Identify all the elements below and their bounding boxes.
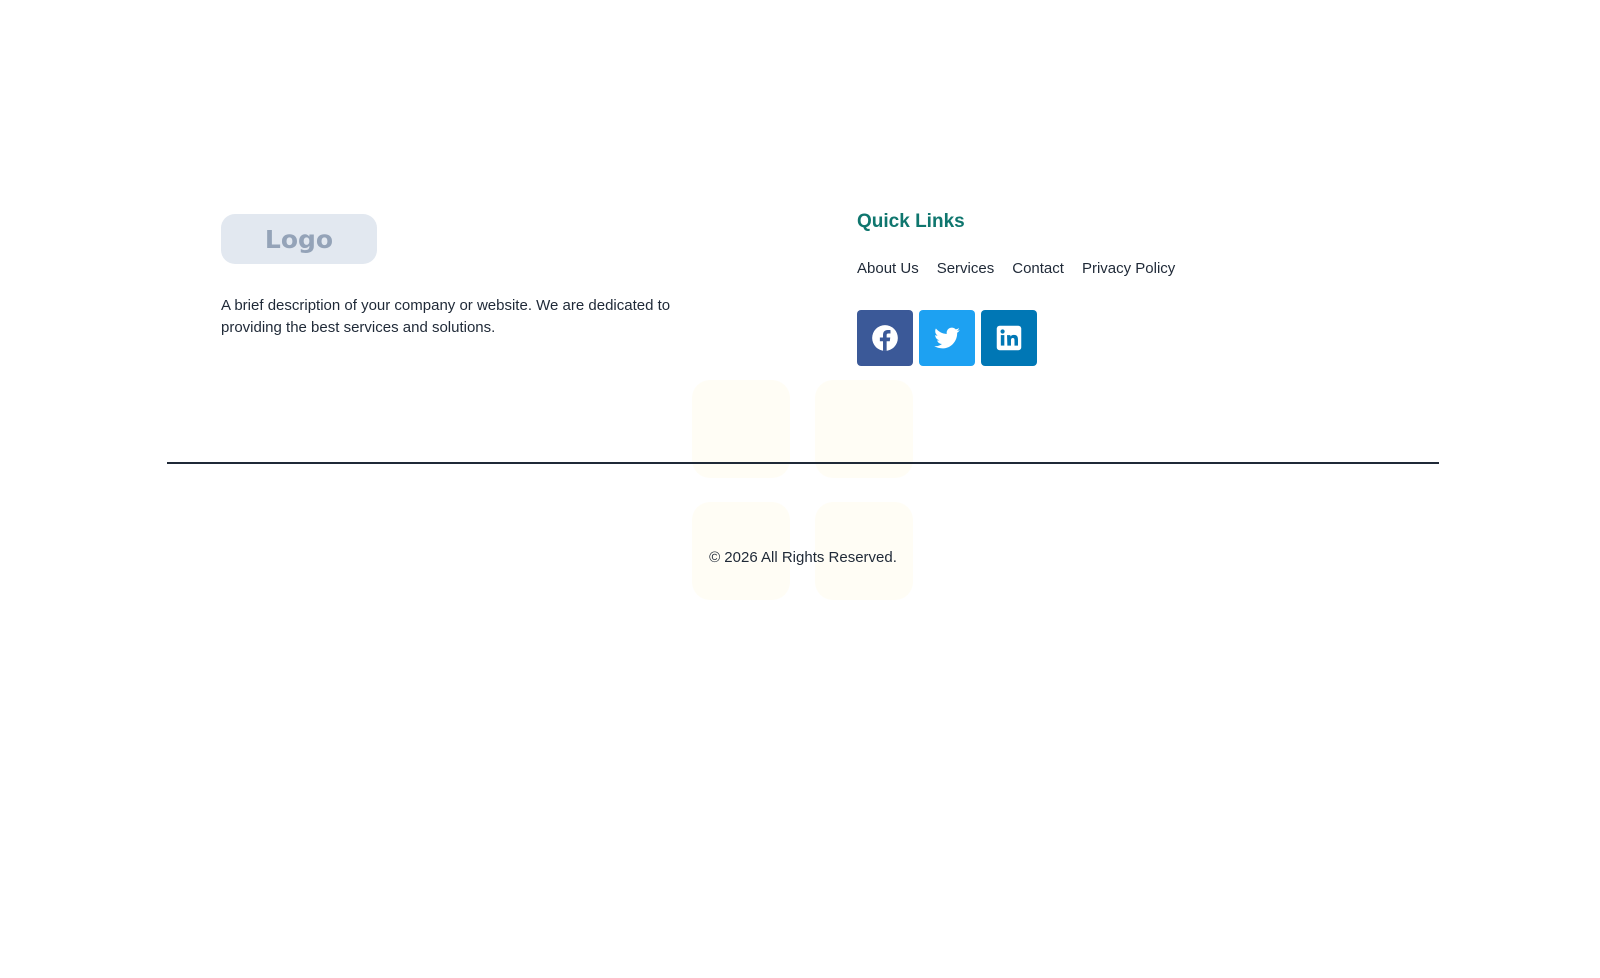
facebook-icon — [872, 325, 898, 351]
linkedin-icon — [996, 325, 1022, 351]
company-description: A brief description of your company or w… — [221, 297, 671, 336]
logo[interactable]: Logo — [221, 214, 377, 264]
twitter-button[interactable] — [919, 310, 975, 366]
site-footer: Logo A brief description of your company… — [0, 0, 1600, 978]
twitter-icon — [934, 327, 960, 349]
facebook-button[interactable] — [857, 310, 913, 366]
link-about-us[interactable]: About Us — [857, 260, 919, 277]
link-privacy-policy[interactable]: Privacy Policy — [1082, 260, 1175, 277]
footer-divider — [167, 462, 1439, 464]
quick-links-title: Quick Links — [857, 211, 965, 232]
link-contact[interactable]: Contact — [1012, 260, 1064, 277]
linkedin-button[interactable] — [981, 310, 1037, 366]
social-links — [857, 310, 1037, 366]
link-services[interactable]: Services — [937, 260, 995, 277]
quick-links-nav: About Us Services Contact Privacy Policy — [857, 260, 1175, 277]
copyright-text: © 2026 All Rights Reserved. — [709, 549, 897, 566]
